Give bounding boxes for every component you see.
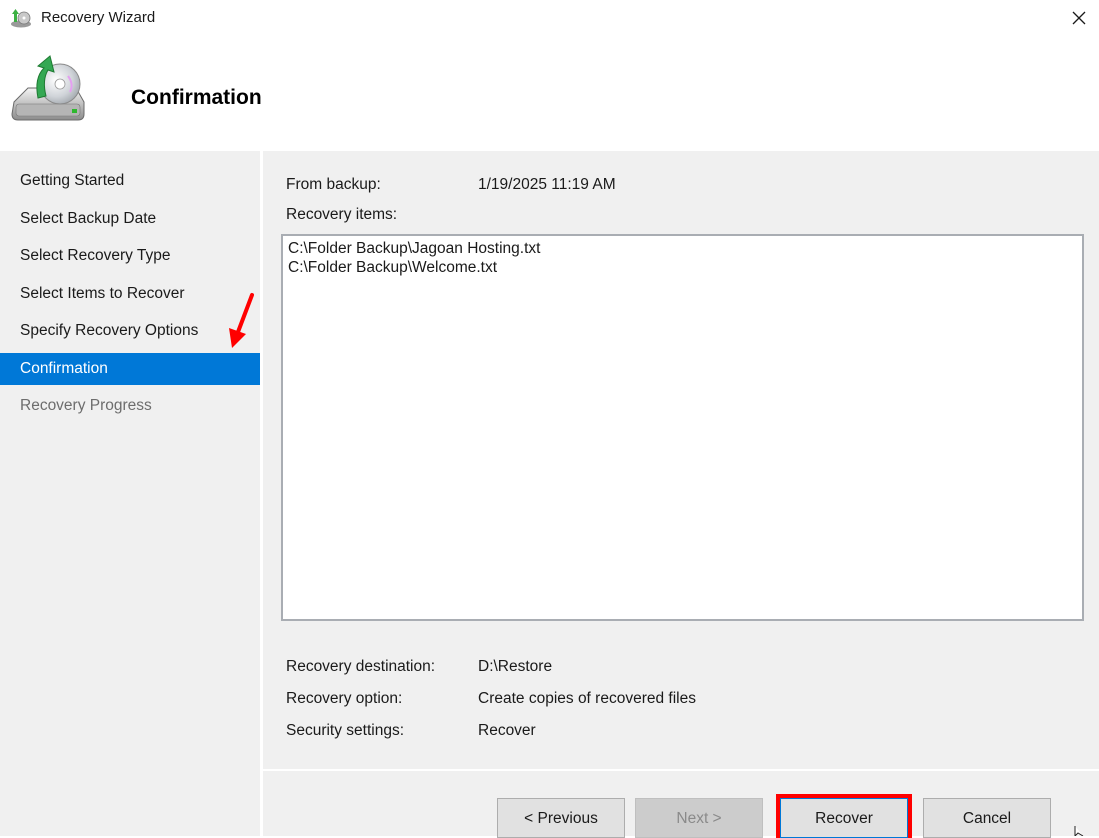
step-select-items-to-recover[interactable]: Select Items to Recover	[0, 278, 260, 310]
next-button: Next >	[635, 798, 763, 838]
recovery-option-value: Create copies of recovered files	[478, 690, 696, 707]
security-settings-value: Recover	[478, 722, 536, 739]
recovery-items-label: Recovery items:	[286, 206, 398, 223]
recovery-option-label: Recovery option:	[286, 690, 403, 707]
from-backup-value: 1/19/2025 11:19 AM	[478, 176, 616, 193]
close-icon	[1072, 11, 1086, 25]
recovery-items-list[interactable]: C:\Folder Backup\Jagoan Hosting.txt C:\F…	[281, 234, 1084, 621]
step-confirmation[interactable]: Confirmation	[0, 353, 260, 385]
confirmation-content: From backup: 1/19/2025 11:19 AM Recovery…	[263, 151, 1099, 838]
wizard-header: Confirmation	[0, 36, 1099, 151]
list-item[interactable]: C:\Folder Backup\Jagoan Hosting.txt	[288, 239, 1077, 258]
backup-restore-icon	[11, 55, 85, 121]
recovery-destination-value: D:\Restore	[478, 658, 553, 675]
button-bar-divider	[263, 769, 1099, 771]
list-item[interactable]: C:\Folder Backup\Welcome.txt	[288, 258, 1077, 277]
step-select-backup-date[interactable]: Select Backup Date	[0, 203, 260, 235]
previous-button[interactable]: < Previous	[497, 798, 625, 838]
recovery-wizard-app-icon	[11, 9, 31, 28]
step-select-recovery-type[interactable]: Select Recovery Type	[0, 240, 260, 272]
step-specify-recovery-options[interactable]: Specify Recovery Options	[0, 315, 260, 347]
close-button[interactable]	[1065, 4, 1093, 32]
window-title: Recovery Wizard	[41, 9, 156, 26]
cancel-button[interactable]: Cancel	[923, 798, 1051, 838]
page-title: Confirmation	[131, 86, 262, 109]
wizard-steps-sidebar: Getting Started Select Backup Date Selec…	[0, 151, 260, 836]
step-getting-started[interactable]: Getting Started	[0, 165, 260, 197]
step-recovery-progress: Recovery Progress	[20, 397, 152, 414]
title-bar: Recovery Wizard	[0, 0, 1099, 36]
recovery-destination-label: Recovery destination:	[286, 658, 436, 675]
security-settings-label: Security settings:	[286, 722, 405, 739]
red-arrow-annotation-icon	[229, 293, 254, 348]
recover-button[interactable]: Recover	[776, 794, 912, 838]
from-backup-label: From backup:	[286, 176, 381, 193]
mouse-cursor-icon	[1074, 826, 1084, 836]
